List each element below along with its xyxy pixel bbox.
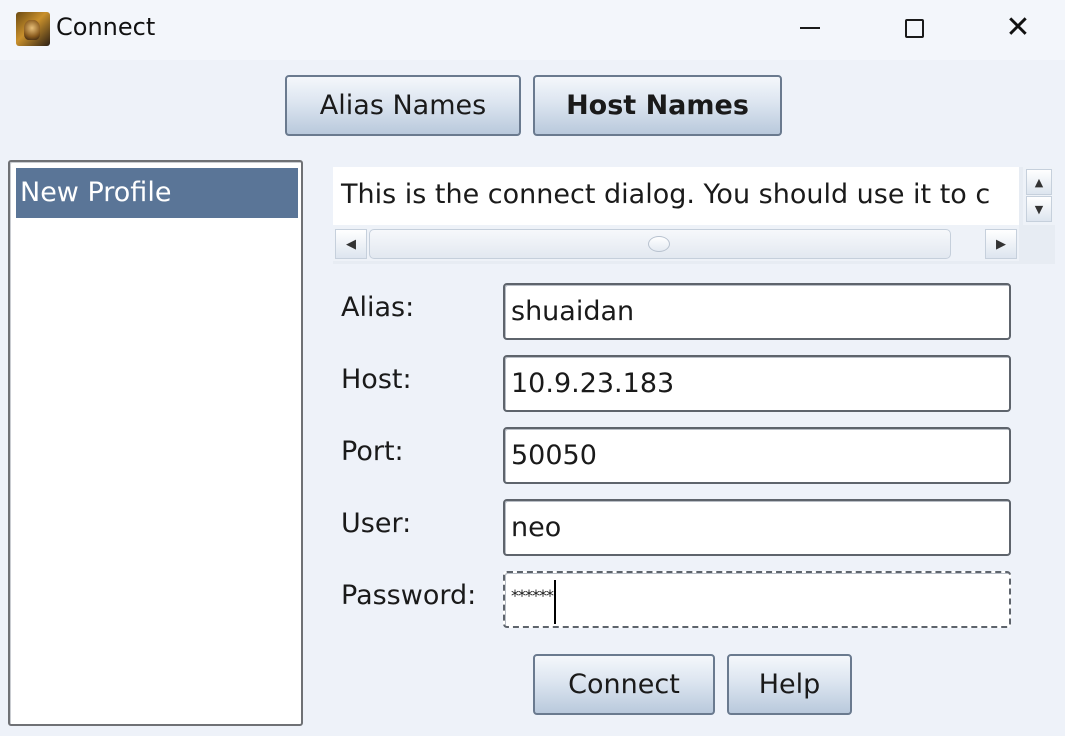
scroll-up-icon[interactable]: ▲ [1026, 169, 1052, 195]
close-button[interactable]: ✕ [966, 0, 1065, 56]
scroll-left-icon[interactable]: ◀ [335, 229, 367, 259]
password-label: Password: [341, 580, 477, 611]
minimize-button[interactable] [758, 0, 862, 56]
profile-item-new-profile[interactable]: New Profile [16, 168, 298, 218]
host-names-button[interactable]: Host Names [533, 75, 782, 136]
text-caret [554, 580, 556, 624]
vertical-scrollbar[interactable]: ▲ ▼ [1023, 167, 1055, 225]
scroll-down-icon[interactable]: ▼ [1026, 196, 1052, 222]
title-bar: Connect ✕ [0, 0, 1065, 60]
maximize-button[interactable] [862, 0, 966, 56]
user-label: User: [341, 508, 412, 539]
connect-button[interactable]: Connect [533, 654, 715, 715]
maximize-icon [904, 18, 924, 38]
host-input[interactable]: 10.9.23.183 [503, 355, 1011, 412]
alias-input[interactable]: shuaidan [503, 283, 1011, 340]
scroll-right-icon[interactable]: ▶ [985, 229, 1017, 259]
horizontal-scrollbar[interactable]: ◀ ▶ [333, 225, 1019, 261]
help-button[interactable]: Help [727, 654, 852, 715]
info-scroll-pane: This is the connect dialog. You should u… [333, 167, 1055, 264]
alias-names-button[interactable]: Alias Names [285, 75, 521, 136]
info-text: This is the connect dialog. You should u… [333, 167, 1019, 225]
alias-label: Alias: [341, 292, 415, 323]
app-icon [16, 12, 50, 46]
minimize-icon [800, 27, 820, 29]
window-title: Connect [56, 13, 156, 41]
user-input[interactable]: neo [503, 499, 1011, 556]
password-mask: ****** [511, 586, 554, 605]
scroll-thumb-grip-icon[interactable] [648, 236, 670, 252]
password-input[interactable]: ****** [503, 571, 1011, 628]
port-input[interactable]: 50050 [503, 427, 1011, 484]
host-label: Host: [341, 364, 412, 395]
port-label: Port: [341, 436, 404, 467]
scroll-track[interactable] [369, 229, 951, 259]
profile-list[interactable]: New Profile [8, 160, 303, 726]
close-icon: ✕ [1005, 10, 1031, 45]
